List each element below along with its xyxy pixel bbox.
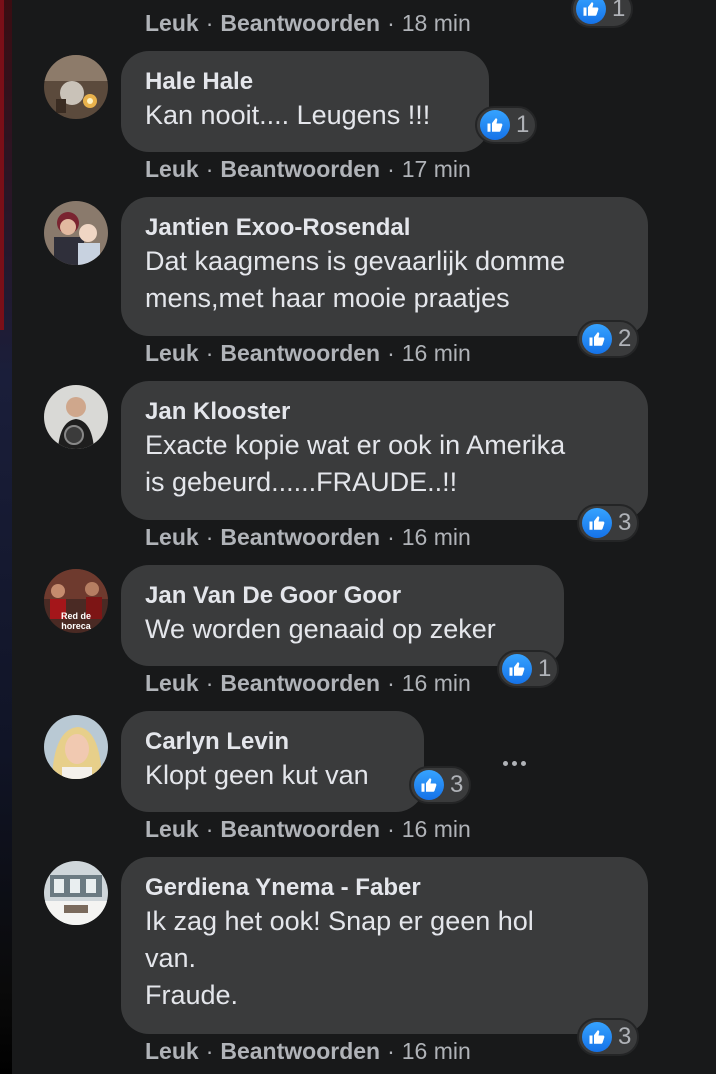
avatar[interactable] [44,861,108,925]
separator: · [387,816,395,842]
comment-time[interactable]: 16 min [402,670,471,697]
like-icon [582,1022,612,1052]
comment-author[interactable]: Jantien Exoo-Rosendal [145,213,624,243]
reaction-count: 1 [516,111,530,138]
more-options-button[interactable] [496,748,532,778]
separator: · [387,1038,395,1064]
reaction-badge[interactable]: 3 [409,766,472,804]
like-button[interactable]: Leuk [145,340,199,367]
reaction-count: 1 [612,0,626,22]
comment-bubble: Carlyn Levin Klopt geen kut van [121,711,424,812]
comment-text: We worden genaaid op zeker [145,614,496,644]
avatar[interactable] [44,385,108,449]
like-icon [502,654,532,684]
comment-text: van. [145,943,197,973]
avatar-logo-line: horeca [61,621,92,631]
avatar[interactable] [44,201,108,265]
avatar-logo-line: Red de [61,611,91,621]
dot [520,760,526,766]
comment-actions: Leuk · Beantwoorden · 16 min [145,1038,471,1065]
comment-time[interactable]: 16 min [402,340,471,367]
comment-author[interactable]: Jan Van De Goor Goor [145,581,540,611]
comment-time[interactable]: 16 min [402,524,471,551]
separator: · [205,816,214,842]
comment-text: Klopt geen kut van [145,760,369,790]
comment-bubble: Gerdiena Ynema - Faber Ik zag het ook! S… [121,857,648,1034]
comment-text: Ik zag het ook! Snap er geen hol [145,906,534,936]
reaction-badge[interactable]: 1 [571,0,634,28]
background-edge-accent [0,0,4,330]
like-icon [414,770,444,800]
comment-actions: Leuk · Beantwoorden · 16 min [145,340,471,367]
reaction-count: 3 [618,1023,632,1050]
avatar[interactable] [44,715,108,779]
comment-time[interactable]: 18 min [402,10,471,37]
reaction-badge[interactable]: 1 [475,106,538,144]
comment-actions: Leuk · Beantwoorden · 17 min [145,156,471,183]
separator: · [205,340,214,366]
comment-actions: Leuk · Beantwoorden · 16 min [145,670,471,697]
comment-author[interactable]: Hale Hale [145,67,465,97]
like-icon [576,0,606,24]
reaction-count: 3 [450,771,464,798]
like-button[interactable]: Leuk [145,10,199,37]
separator: · [205,1038,214,1064]
comment-bubble: Jan Van De Goor Goor We worden genaaid o… [121,565,564,666]
comment-actions: Leuk · Beantwoorden · 16 min [145,524,471,551]
reaction-badge[interactable]: 2 [577,320,640,358]
separator: · [205,524,214,550]
comment-text: is gebeurd......FRAUDE..!! [145,467,458,497]
reply-button[interactable]: Beantwoorden [220,10,380,37]
separator: · [387,670,395,696]
comment-text: Fraude. [145,980,239,1010]
like-button[interactable]: Leuk [145,156,199,183]
comment-text: Dat kaagmens is gevaarlijk domme [145,246,566,276]
separator: · [387,156,395,182]
reaction-badge[interactable]: 3 [577,1018,640,1056]
comment-text: Kan nooit.... Leugens !!! [145,100,431,130]
avatar[interactable]: Red de horeca [44,569,108,633]
separator: · [387,524,395,550]
reaction-badge[interactable]: 3 [577,504,640,542]
comment-text: Exacte kopie wat er ook in Amerika [145,430,566,460]
dot [502,760,508,766]
comment-actions: Leuk · Beantwoorden · 16 min [145,816,471,843]
comment-actions: Leuk · Beantwoorden · 18 min [145,10,471,37]
comment-author[interactable]: Jan Klooster [145,397,624,427]
separator: · [205,10,214,36]
like-button[interactable]: Leuk [145,524,199,551]
comment-time[interactable]: 17 min [402,156,471,183]
comment-bubble: Hale Hale Kan nooit.... Leugens !!! [121,51,489,152]
background-edge [0,0,12,1074]
separator: · [387,10,395,36]
like-button[interactable]: Leuk [145,816,199,843]
like-icon [582,324,612,354]
comment-time[interactable]: 16 min [402,816,471,843]
comment-author[interactable]: Gerdiena Ynema - Faber [145,873,624,903]
reaction-badge[interactable]: 1 [497,650,560,688]
reply-button[interactable]: Beantwoorden [220,156,380,183]
separator: · [205,156,214,182]
like-button[interactable]: Leuk [145,1038,199,1065]
reaction-count: 2 [618,325,632,352]
reaction-count: 1 [538,655,552,682]
reaction-count: 3 [618,509,632,536]
separator: · [387,340,395,366]
like-button[interactable]: Leuk [145,670,199,697]
like-icon [582,508,612,538]
separator: · [205,670,214,696]
reply-button[interactable]: Beantwoorden [220,524,380,551]
reply-button[interactable]: Beantwoorden [220,1038,380,1065]
comment-author[interactable]: Carlyn Levin [145,727,400,757]
dot [511,760,517,766]
comment-bubble: Jan Klooster Exacte kopie wat er ook in … [121,381,648,520]
reply-button[interactable]: Beantwoorden [220,816,380,843]
like-icon [480,110,510,140]
avatar[interactable] [44,55,108,119]
comment-time[interactable]: 16 min [402,1038,471,1065]
reply-button[interactable]: Beantwoorden [220,670,380,697]
reply-button[interactable]: Beantwoorden [220,340,380,367]
comment-bubble: Jantien Exoo-Rosendal Dat kaagmens is ge… [121,197,648,336]
comment-text: mens,met haar mooie praatjes [145,283,510,313]
